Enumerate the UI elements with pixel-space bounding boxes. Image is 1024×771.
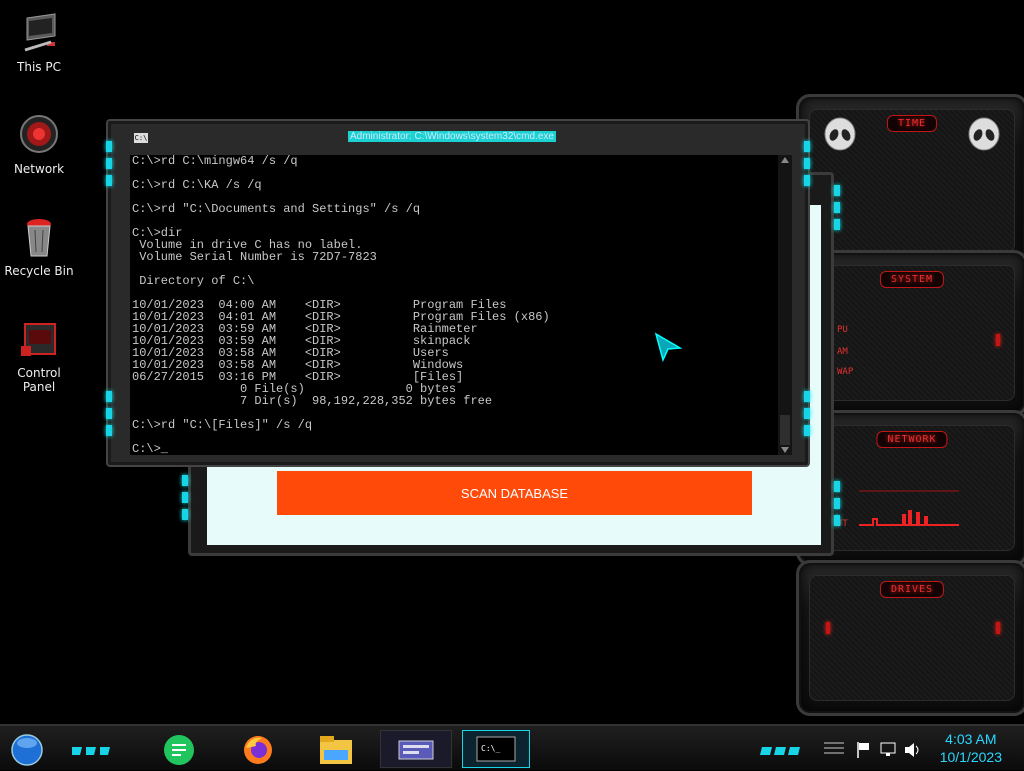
volume-icon[interactable] (904, 742, 922, 758)
flag-icon[interactable] (856, 742, 872, 758)
cmd-console[interactable]: C:\>rd C:\mingw64 /s /q C:\>rd C:\KA /s … (130, 155, 792, 455)
taskbar-cmd[interactable]: C:\_ (462, 730, 530, 768)
mouse-cursor-icon (654, 332, 682, 362)
alien-head-right-icon (968, 117, 1000, 151)
computer-icon (17, 12, 61, 56)
notification-area (824, 730, 924, 766)
taskbar-notes-app[interactable] (162, 730, 196, 766)
widget-title: TIME (886, 115, 938, 132)
widget-indicator (996, 334, 1000, 346)
widget-title: SYSTEM (879, 271, 945, 288)
drives-widget: DRIVES (796, 560, 1024, 716)
desktop-icon-control-panel[interactable]: Control Panel (0, 318, 78, 394)
cmd-app-icon[interactable]: C:\ (134, 133, 148, 143)
network-status-icon[interactable] (880, 742, 896, 758)
start-orb-icon (11, 734, 43, 766)
taskbar-firefox[interactable] (240, 730, 276, 766)
svg-text:C:\_: C:\_ (481, 744, 500, 753)
alien-head-left-icon (824, 117, 856, 151)
desktop-icon-this-pc[interactable]: This PC (0, 12, 78, 74)
window-frame-lights (834, 185, 840, 236)
cmd-window[interactable]: C:\ Administrator: C:\Windows\system32\c… (106, 119, 810, 467)
widget-title: DRIVES (879, 581, 945, 598)
window-frame-lights (804, 391, 810, 442)
network-icon (17, 114, 61, 158)
firefox-icon (244, 736, 272, 764)
scroll-thumb[interactable] (780, 415, 790, 445)
clock-date: 10/1/2023 (939, 749, 1002, 765)
desktop-icon-label: This PC (17, 60, 61, 74)
cmd-vertical-scrollbar[interactable] (778, 155, 792, 455)
cmd-title-bar[interactable]: C:\ Administrator: C:\Windows\system32\c… (128, 129, 788, 145)
widget-row-label: WAP (837, 367, 854, 377)
cmd-taskbar-icon: C:\_ (476, 736, 516, 762)
widget-title: NETWORK (876, 431, 948, 448)
start-button[interactable] (8, 730, 46, 766)
widget-indicator (826, 622, 830, 634)
widget-row-label: AM (837, 347, 848, 357)
scan-database-button[interactable]: SCAN DATABASE (277, 471, 752, 515)
scroll-up-arrow-icon[interactable] (781, 157, 789, 163)
widget-row-label: PU (837, 325, 848, 335)
window-frame-lights (804, 141, 810, 192)
desktop-icon-label: Recycle Bin (4, 264, 74, 278)
scroll-down-arrow-icon[interactable] (781, 447, 789, 453)
desktop-icon-label: Network (13, 162, 65, 176)
taskbar-clock[interactable]: 4:03 AM 10/1/2023 (940, 730, 1002, 766)
window-frame-lights (106, 141, 112, 192)
taskbar-control-panel[interactable] (380, 730, 452, 768)
control-panel-taskbar-icon (398, 740, 434, 760)
desktop-icon-label: Control Panel (17, 366, 61, 394)
taskbar-lights-left (72, 740, 116, 755)
recycle-bin-icon (17, 216, 61, 260)
clock-time: 4:03 AM (945, 731, 997, 747)
cmd-window-title: Administrator: C:\Windows\system32\cmd.e… (348, 131, 556, 142)
window-frame-lights (182, 475, 188, 526)
window-frame-lights (834, 481, 840, 532)
network-activity-graph (859, 490, 959, 526)
desktop-icon-recycle-bin[interactable]: Recycle Bin (0, 216, 78, 278)
taskbar-file-explorer[interactable] (318, 730, 354, 766)
desktop-icon-network[interactable]: Network (0, 114, 78, 176)
action-center-icon[interactable] (824, 740, 844, 756)
cmd-output: C:\>rd C:\mingw64 /s /q C:\>rd C:\KA /s … (132, 155, 550, 455)
control-panel-icon (17, 318, 61, 362)
window-frame-lights (106, 391, 112, 442)
taskbar-lights-right (760, 740, 804, 755)
widget-indicator (996, 622, 1000, 634)
file-explorer-icon (320, 736, 352, 764)
taskbar: C:\_ 4:03 AM 10/1/2023 (0, 724, 1024, 770)
notes-app-icon (164, 735, 194, 765)
